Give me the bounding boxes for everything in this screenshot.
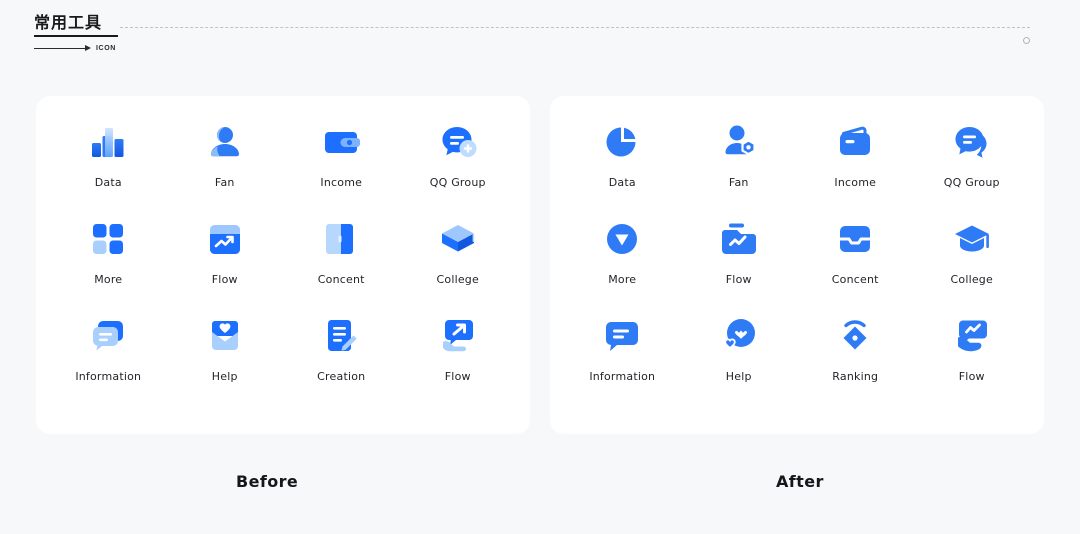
icon-grid-before: Data Fan Income QQ Group More Flow Conce… <box>36 118 530 409</box>
icon-cell[interactable]: Fan <box>167 118 284 215</box>
medal-diamond-icon <box>831 312 879 360</box>
icon-cell[interactable]: Help <box>681 312 798 409</box>
flat-wallet-icon <box>831 118 879 166</box>
icon-label: Data <box>94 176 122 189</box>
icon-label: Income <box>320 176 363 189</box>
pie-chart-icon <box>598 118 646 166</box>
icon-label: Information <box>75 370 142 383</box>
icon-label: Information <box>589 370 656 383</box>
panel-after: Data Fan Income QQ Group More Flow Conce… <box>550 96 1044 434</box>
icon-label: Flow <box>958 370 985 383</box>
arrow-annotation: ICON <box>34 42 1048 54</box>
arrow-line <box>34 47 86 49</box>
icon-label: Fan <box>214 176 235 189</box>
arrow-label: ICON <box>96 44 116 52</box>
hand-card-arrow-icon <box>434 312 482 360</box>
caption-after: After <box>776 472 824 491</box>
icon-cell[interactable]: Ranking <box>797 312 914 409</box>
icon-cell[interactable]: Creation <box>283 312 400 409</box>
panel-before: Data Fan Income QQ Group More Flow Conce… <box>36 96 530 434</box>
graduation-cap-icon <box>434 215 482 263</box>
document-pencil-icon <box>317 312 365 360</box>
title-underline <box>34 35 118 37</box>
icon-label: Concent <box>317 273 365 286</box>
icon-cell[interactable]: More <box>564 215 681 312</box>
icon-cell[interactable]: Flow <box>400 312 517 409</box>
chat-add-icon <box>434 118 482 166</box>
icon-cell[interactable]: Data <box>564 118 681 215</box>
icon-cell[interactable]: Concent <box>797 215 914 312</box>
icon-label: Creation <box>317 370 366 383</box>
icon-cell[interactable]: College <box>914 215 1031 312</box>
icon-cell[interactable]: Income <box>283 118 400 215</box>
icon-label: QQ Group <box>943 176 1000 189</box>
icon-label: Ranking <box>832 370 879 383</box>
icon-cell[interactable]: QQ Group <box>400 118 517 215</box>
page-root: 常用工具 ICON Data Fan Income QQ Group More … <box>0 0 1080 534</box>
envelope-heart-icon <box>201 312 249 360</box>
icon-cell[interactable]: Flow <box>914 312 1031 409</box>
grid-icon <box>84 215 132 263</box>
icon-label: More <box>608 273 637 286</box>
icon-cell[interactable]: Information <box>50 312 167 409</box>
dotted-divider <box>120 27 1030 44</box>
icon-cell[interactable]: Income <box>797 118 914 215</box>
icon-cell[interactable]: Flow <box>167 215 284 312</box>
flat-graduation-cap-icon <box>948 215 996 263</box>
icon-label: QQ Group <box>429 176 486 189</box>
icon-cell[interactable]: QQ Group <box>914 118 1031 215</box>
bar-chart-icon <box>84 118 132 166</box>
inbox-tray-icon <box>831 215 879 263</box>
icon-label: Flow <box>211 273 238 286</box>
icon-label: Income <box>834 176 877 189</box>
icon-label: College <box>950 273 993 286</box>
icon-label: Help <box>725 370 752 383</box>
caption-before: Before <box>236 472 299 491</box>
icon-label: Flow <box>725 273 752 286</box>
icon-label: Fan <box>728 176 749 189</box>
chat-lines-icon <box>84 312 132 360</box>
icon-cell[interactable]: Information <box>564 312 681 409</box>
user-icon <box>201 118 249 166</box>
page-header: 常用工具 ICON <box>34 14 1048 64</box>
speech-bubble-icon <box>598 312 646 360</box>
circle-caret-down-icon <box>598 215 646 263</box>
divider-end-dot-icon <box>1023 37 1030 44</box>
icon-cell[interactable]: College <box>400 215 517 312</box>
icon-cell[interactable]: Data <box>50 118 167 215</box>
user-badge-icon <box>715 118 763 166</box>
double-chat-icon <box>948 118 996 166</box>
icon-label: Help <box>211 370 238 383</box>
icon-label: College <box>436 273 479 286</box>
circle-heart-icon <box>715 312 763 360</box>
icon-label: Concent <box>831 273 879 286</box>
icon-cell[interactable]: Fan <box>681 118 798 215</box>
icon-cell[interactable]: Flow <box>681 215 798 312</box>
icon-grid-after: Data Fan Income QQ Group More Flow Conce… <box>550 118 1044 409</box>
icon-label: Flow <box>444 370 471 383</box>
icon-label: More <box>94 273 123 286</box>
folder-zigzag-icon <box>715 215 763 263</box>
icon-label: Data <box>608 176 636 189</box>
icon-cell[interactable]: Concent <box>283 215 400 312</box>
calendar-trend-icon <box>201 215 249 263</box>
page-title: 常用工具 <box>34 13 103 32</box>
icon-cell[interactable]: Help <box>167 312 284 409</box>
hand-zigzag-icon <box>948 312 996 360</box>
wallet-icon <box>317 118 365 166</box>
book-icon <box>317 215 365 263</box>
icon-cell[interactable]: More <box>50 215 167 312</box>
